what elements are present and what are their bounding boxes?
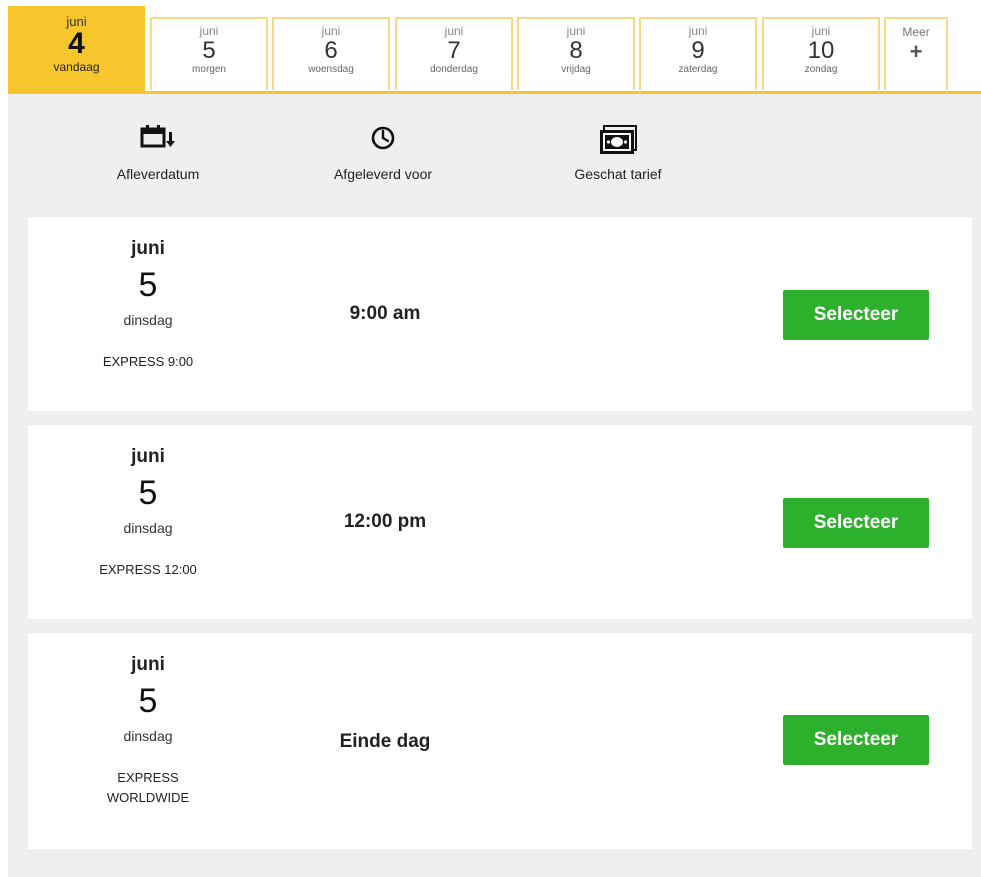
delivery-day: 5 — [138, 474, 158, 512]
tab-label: vrijdag — [561, 64, 591, 75]
plus-icon: + — [909, 39, 923, 64]
tab-label: woensdag — [308, 64, 354, 75]
delivery-date: juni 5 dinsdag EXPRESS WORLDWIDE — [28, 654, 268, 808]
tab-label: zondag — [804, 64, 838, 75]
clock-icon — [293, 122, 473, 158]
more-label: Meer — [902, 25, 930, 39]
tab-label: zaterdag — [678, 64, 718, 75]
sort-estimated-rate-label: Geschat tarief — [574, 166, 662, 182]
delivery-month: juni — [131, 654, 165, 675]
delivery-date: juni 5 dinsdag EXPRESS 9:00 — [28, 238, 268, 372]
tab-day: 10 — [807, 37, 835, 64]
select-button[interactable]: Selecteer — [783, 715, 929, 765]
tab-date-5[interactable]: juni 5 morgen — [150, 17, 268, 90]
tab-date-10[interactable]: juni 10 zondag — [762, 17, 880, 90]
delivery-weekday: dinsdag — [123, 520, 173, 536]
money-icon — [528, 122, 708, 158]
sort-delivery-date-label: Afleverdatum — [116, 166, 200, 182]
tab-day: 9 — [691, 37, 705, 64]
tab-date-7[interactable]: juni 7 donderdag — [395, 17, 513, 90]
tab-label: morgen — [192, 64, 226, 75]
delivery-weekday: dinsdag — [123, 728, 173, 744]
service-name: EXPRESS 12:00 — [99, 562, 197, 577]
tab-day: 6 — [324, 37, 338, 64]
service-name: EXPRESS 9:00 — [102, 354, 194, 369]
tab-label: donderdag — [430, 64, 478, 75]
delivery-month: juni — [131, 238, 165, 259]
tab-date-9[interactable]: juni 9 zaterdag — [639, 17, 757, 90]
delivery-time: 9:00 am — [349, 303, 421, 324]
tab-date-today[interactable]: juni 4 vandaag — [8, 6, 145, 92]
shipping-option-card: juni 5 dinsdag EXPRESS WORLDWIDE Einde d… — [28, 633, 972, 849]
date-tabs: juni 4 vandaag juni 5 morgen juni 6 woen… — [8, 6, 981, 92]
sort-delivered-by[interactable]: Afgeleverd voor — [293, 122, 473, 182]
select-button[interactable]: Selecteer — [783, 290, 929, 340]
shipping-option-card: juni 5 dinsdag EXPRESS 9:00 9:00 am Sele… — [28, 217, 972, 411]
tab-day: 4 — [68, 27, 85, 60]
service-name: EXPRESS WORLDWIDE — [106, 770, 190, 805]
tab-date-6[interactable]: juni 6 woensdag — [272, 17, 390, 90]
delivery-weekday: dinsdag — [123, 312, 173, 328]
shipping-option-card: juni 5 dinsdag EXPRESS 12:00 12:00 pm Se… — [28, 425, 972, 619]
delivery-time: 12:00 pm — [343, 511, 427, 532]
calendar-sort-icon — [68, 122, 248, 158]
tab-day: 5 — [202, 37, 216, 64]
tab-day: 8 — [569, 37, 583, 64]
tab-date-8[interactable]: juni 8 vrijdag — [517, 17, 635, 90]
delivery-day: 5 — [138, 266, 158, 304]
tab-more[interactable]: Meer + — [884, 17, 948, 90]
tab-label: vandaag — [53, 60, 100, 74]
sort-delivered-by-label: Afgeleverd voor — [333, 166, 433, 182]
sort-estimated-rate[interactable]: Geschat tarief — [528, 122, 708, 182]
select-button[interactable]: Selecteer — [783, 498, 929, 548]
delivery-time: Einde dag — [339, 731, 431, 752]
sort-delivery-date[interactable]: Afleverdatum — [68, 122, 248, 182]
tab-day: 7 — [447, 37, 461, 64]
delivery-month: juni — [131, 446, 165, 467]
delivery-day: 5 — [138, 682, 158, 720]
delivery-date: juni 5 dinsdag EXPRESS 12:00 — [28, 446, 268, 580]
results-panel: Afleverdatum Afgeleverd voor Geschat tar… — [8, 94, 981, 877]
